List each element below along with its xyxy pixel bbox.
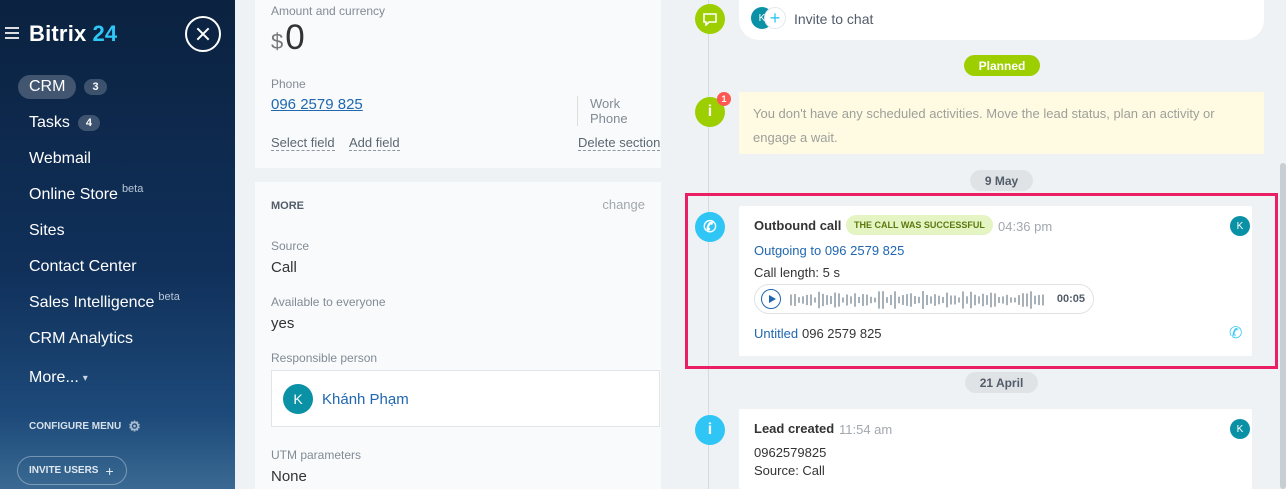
invite-users-button[interactable]: INVITE USERS + [17,456,127,485]
more-section: MORE change Source Call Available to eve… [255,182,661,489]
delete-section-link[interactable]: Delete section [578,135,661,151]
sidebar-item-contact-center[interactable]: Contact Center [0,249,235,285]
amount-label: Amount and currency [271,4,386,18]
sidebar-item-counter: 4 [77,115,101,131]
sidebar-item-counter: 3 [84,79,107,95]
phone-type: Work Phone [577,96,661,126]
sidebar-item-sales-intelligence[interactable]: Sales Intelligence beta [0,285,235,321]
configure-menu-button[interactable]: CONFIGURE MENU ⚙ [29,418,141,435]
select-field-link[interactable]: Select field [271,135,335,151]
sidebar-item-label: Contact Center [29,258,137,275]
avatar[interactable]: K [1230,419,1250,439]
sidebar-item-label: More... [29,369,79,386]
available-value: yes [271,315,295,332]
date-divider: 9 May [970,170,1033,191]
sidebar-item-tasks[interactable]: Tasks 4 [0,105,235,141]
phone-label: Phone [271,77,306,91]
notification-badge: 1 [717,92,731,106]
notice-text: You don't have any scheduled activities.… [753,106,1215,145]
lead-title: Lead created [754,421,835,436]
planned-label: Planned [964,55,1040,76]
responsible-person-card[interactable]: K Khánh Phạm [271,370,660,427]
sidebar-item-sites[interactable]: Sites [0,213,235,249]
utm-value: None [271,468,307,485]
sidebar-item-label: Sales Intelligence [29,294,155,311]
lead-time: 11:54 am [839,422,893,437]
sidebar-item-label: CRM [18,75,77,99]
sidebar-item-label: CRM Analytics [29,330,134,347]
brand-logo[interactable]: Bitrix 24 [29,21,117,47]
lead-source: Source: Call [754,463,825,478]
sidebar-item-more[interactable]: More... ▾ [0,360,235,396]
close-icon[interactable] [185,16,221,52]
main-section: Amount and currency $0 Phone 096 2579 82… [255,0,661,168]
gear-icon: ⚙ [128,418,141,434]
configure-menu-label: CONFIGURE MENU [29,421,122,432]
lead-phone: 0962579825 [754,445,827,460]
sidebar-item-online-store[interactable]: Online Store beta [0,177,235,213]
source-value: Call [271,259,297,276]
sidebar-item-webmail[interactable]: Webmail [0,141,235,177]
avatar: K [283,384,313,414]
plus-icon: + [105,462,114,479]
sidebar-item-label: Online Store [29,186,118,203]
currency-symbol: $ [271,29,284,54]
left-sidebar: Bitrix 24 CRM 3 Tasks 4 Webmail Online St… [0,0,235,489]
highlight-box [685,193,1278,369]
sidebar-item-label: Webmail [29,150,91,167]
amount-value[interactable]: $0 [271,18,305,58]
beta-badge: beta [121,183,144,195]
no-activities-notice: You don't have any scheduled activities.… [739,92,1264,154]
amount-number: 0 [285,18,305,57]
add-field-link[interactable]: Add field [349,135,400,151]
plus-icon: + [764,7,786,29]
chevron-down-icon: ▾ [82,372,88,384]
sidebar-item-crm[interactable]: CRM 3 [0,69,235,105]
lead-created-card[interactable]: Lead created 11:54 am K 0962579825 Sourc… [739,409,1252,489]
sidebar-header: Bitrix 24 [0,14,235,54]
responsible-name[interactable]: Khánh Phạm [322,391,409,408]
utm-label: UTM parameters [271,448,362,462]
change-link[interactable]: change [602,197,645,212]
menu-icon[interactable] [5,27,19,39]
scrollbar[interactable] [1280,163,1286,489]
sidebar-item-crm-analytics[interactable]: CRM Analytics [0,321,235,357]
sidebar-item-label: Sites [29,222,65,239]
brand-main: Bitrix [29,21,87,46]
info-icon: i [695,415,725,445]
available-label: Available to everyone [271,295,386,309]
sidebar-item-label: Tasks [29,114,70,131]
invite-to-chat-card[interactable]: K + Invite to chat [739,0,1264,40]
invite-users-label: INVITE USERS [29,465,99,476]
source-label: Source [271,239,310,253]
responsible-label: Responsible person [271,351,378,365]
sidebar-menu: CRM 3 Tasks 4 Webmail Online Store beta … [0,69,235,396]
phone-link[interactable]: 096 2579 825 [271,96,363,113]
brand-accent: 24 [92,21,118,46]
invite-to-chat-label: Invite to chat [794,11,874,27]
entity-details: Amount and currency $0 Phone 096 2579 82… [235,0,677,489]
chat-icon [695,4,725,34]
date-divider: 21 April [965,372,1038,393]
section-title: MORE [271,200,304,212]
beta-badge: beta [158,291,180,303]
